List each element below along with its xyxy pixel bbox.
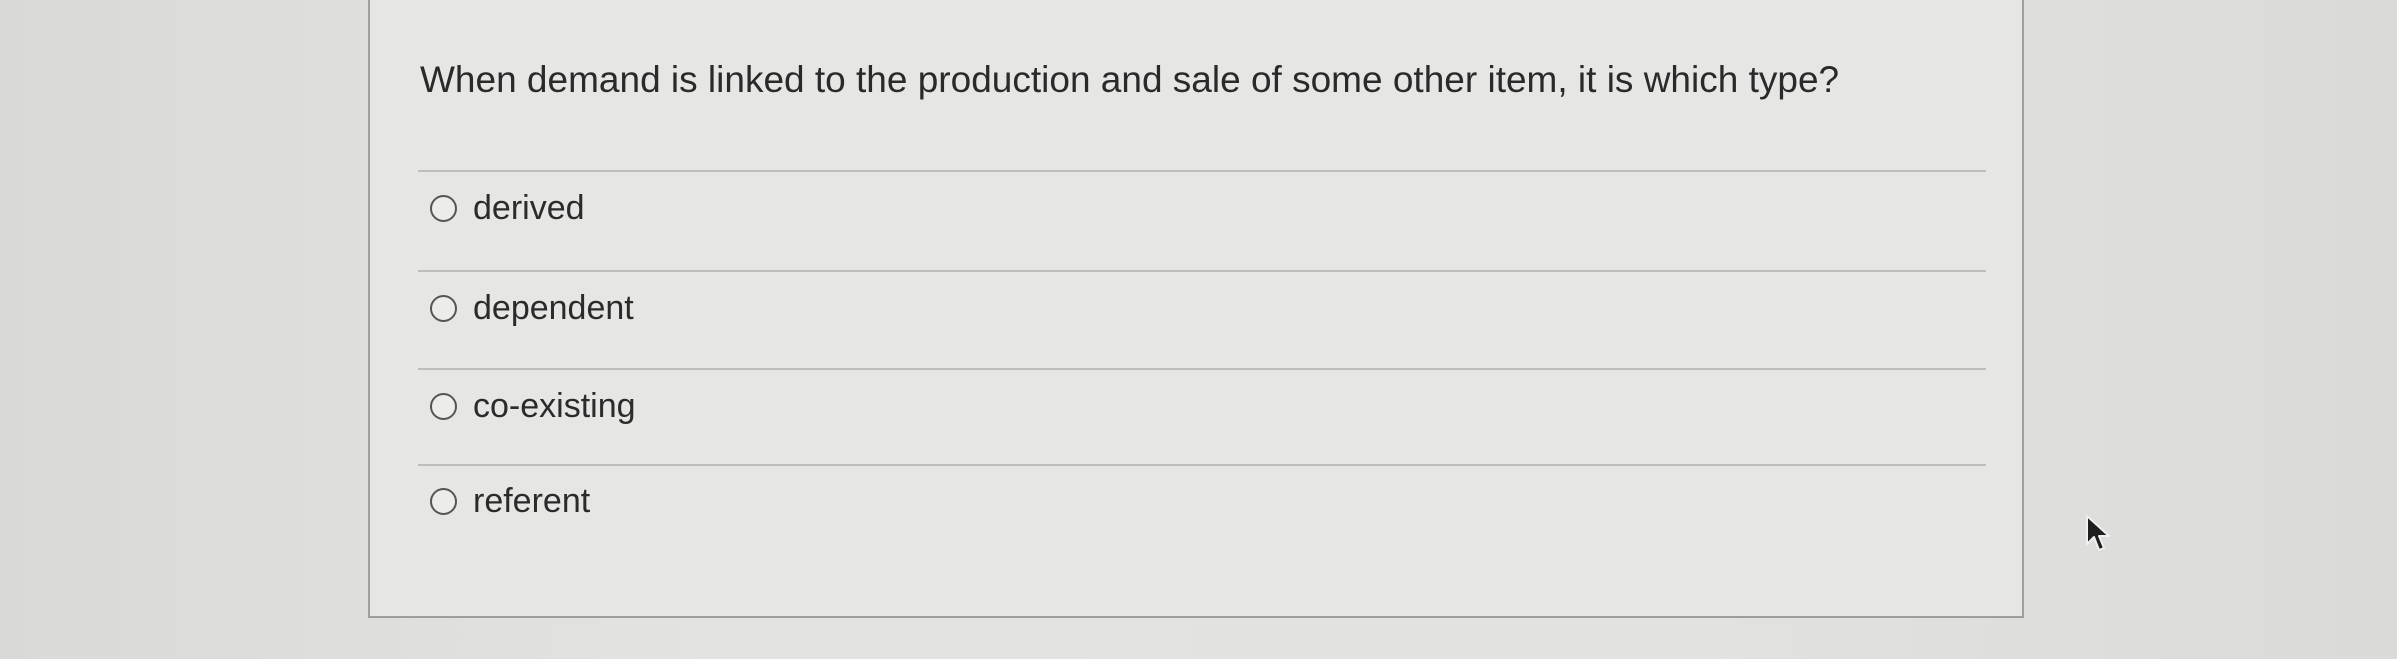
option-label: co-existing [473,386,636,425]
divider [418,368,1986,370]
question-card: When demand is linked to the production … [368,0,2024,618]
radio-circle-icon[interactable] [430,194,457,222]
option-derived[interactable]: derived [430,184,585,232]
radio-circle-icon[interactable] [430,294,457,322]
option-label: dependent [473,288,634,327]
radio-circle-icon[interactable] [430,392,457,420]
option-referent[interactable]: referent [430,477,590,525]
option-label: derived [473,188,585,227]
divider [418,170,1986,172]
divider [418,270,1986,272]
option-co-existing[interactable]: co-existing [430,382,636,430]
question-text: When demand is linked to the production … [420,59,1840,100]
divider [418,464,1986,466]
option-dependent[interactable]: dependent [430,284,634,332]
option-label: referent [473,481,591,520]
mouse-pointer-icon [2086,515,2110,551]
radio-circle-icon[interactable] [430,487,457,515]
